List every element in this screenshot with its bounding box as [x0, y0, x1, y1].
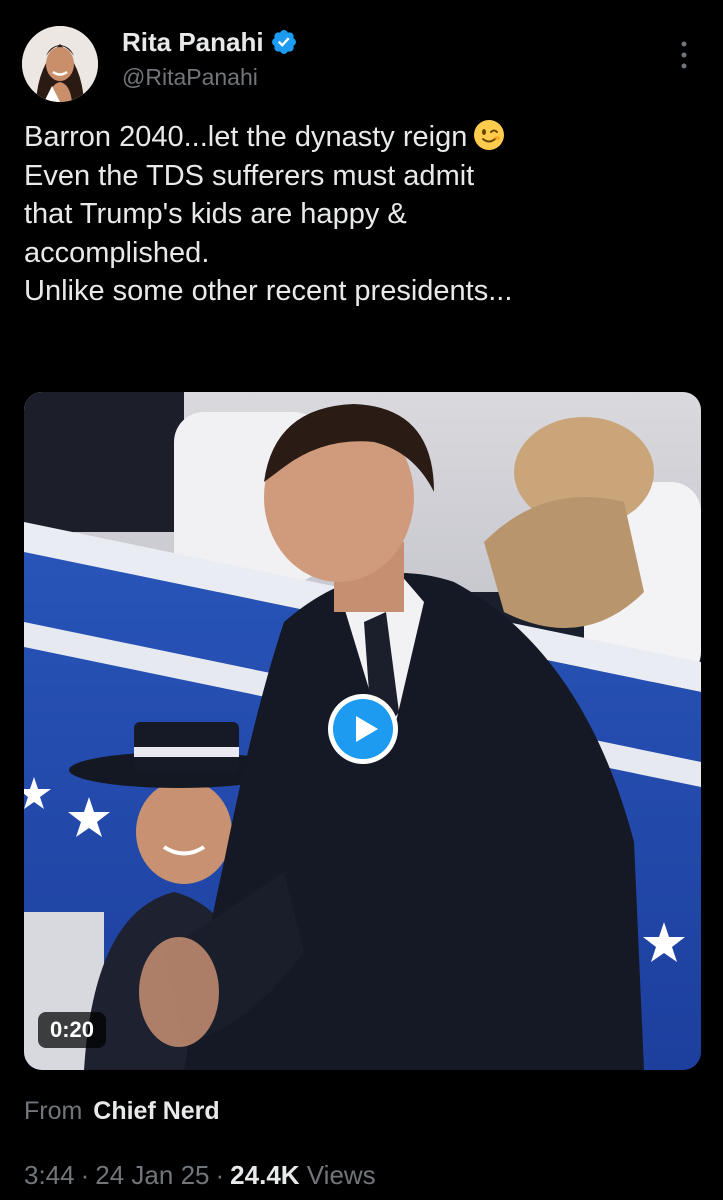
play-icon[interactable] — [326, 692, 400, 766]
views-label: Views — [306, 1160, 376, 1190]
verified-badge-icon — [271, 30, 296, 54]
tweet-line: Barron 2040...let the dynasty reign — [24, 118, 694, 157]
tweet-meta: 3:44 · 24 Jan 25 · 24.4K Views — [24, 1158, 376, 1192]
tweet-line-text: Barron 2040...let the dynasty reign — [24, 121, 468, 153]
avatar[interactable] — [22, 26, 98, 102]
tweet-time[interactable]: 3:44 — [24, 1160, 75, 1190]
more-options-icon[interactable] — [680, 40, 688, 70]
display-name[interactable]: Rita Panahi — [122, 24, 264, 60]
source-prefix: From — [24, 1097, 83, 1125]
tweet-line: Unlike some other recent presidents... — [24, 275, 513, 307]
video-duration-badge: 0:20 — [38, 1012, 107, 1048]
wink-face-icon — [474, 120, 505, 150]
tweet-date[interactable]: 24 Jan 25 — [95, 1160, 209, 1190]
video-player[interactable]: 0:20 — [24, 392, 701, 1070]
source-account-link[interactable]: Chief Nerd — [93, 1097, 219, 1125]
tweet-line: accomplished. — [24, 236, 210, 269]
tweet-text: Barron 2040...let the dynasty reign Even… — [24, 118, 694, 311]
source-attribution: From Chief Nerd — [24, 1094, 220, 1128]
tweet-line: that Trump's kids are happy & — [24, 198, 407, 230]
separator-dot: · — [215, 1160, 225, 1190]
tweet-header: Rita Panahi @RitaPanahi — [22, 20, 702, 110]
tweet-line: Even the TDS sufferers must admit — [24, 159, 475, 192]
profile-photo-icon — [22, 26, 98, 102]
handle[interactable]: @RitaPanahi — [122, 60, 298, 94]
name-row: Rita Panahi — [122, 24, 298, 60]
separator-dot: · — [80, 1160, 90, 1190]
user-block: Rita Panahi @RitaPanahi — [122, 24, 298, 94]
views-count: 24.4K — [230, 1160, 300, 1190]
